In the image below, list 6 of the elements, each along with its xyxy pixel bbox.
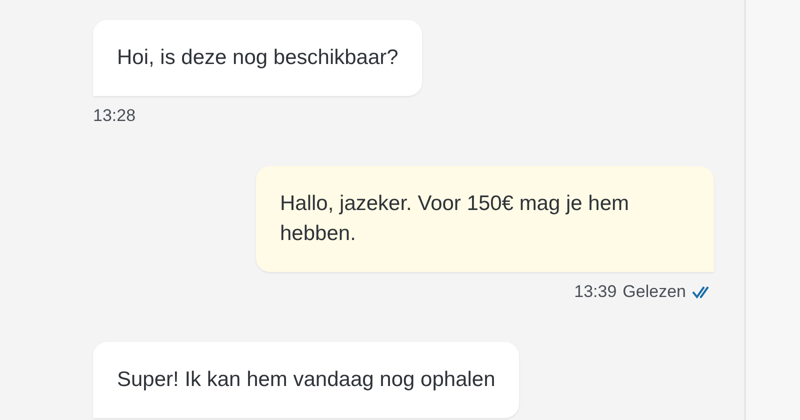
- message-time: 13:28: [93, 106, 136, 126]
- message-time: 13:39: [574, 282, 617, 302]
- sent-message: Hallo, jazeker. Voor 150€ mag je hem hebben.: [256, 166, 714, 272]
- read-status: Gelezen: [622, 282, 686, 302]
- received-message: Super! Ik kan hem vandaag nog ophalen: [93, 342, 520, 418]
- received-message: Hoi, is deze nog beschikbaar?: [93, 20, 422, 96]
